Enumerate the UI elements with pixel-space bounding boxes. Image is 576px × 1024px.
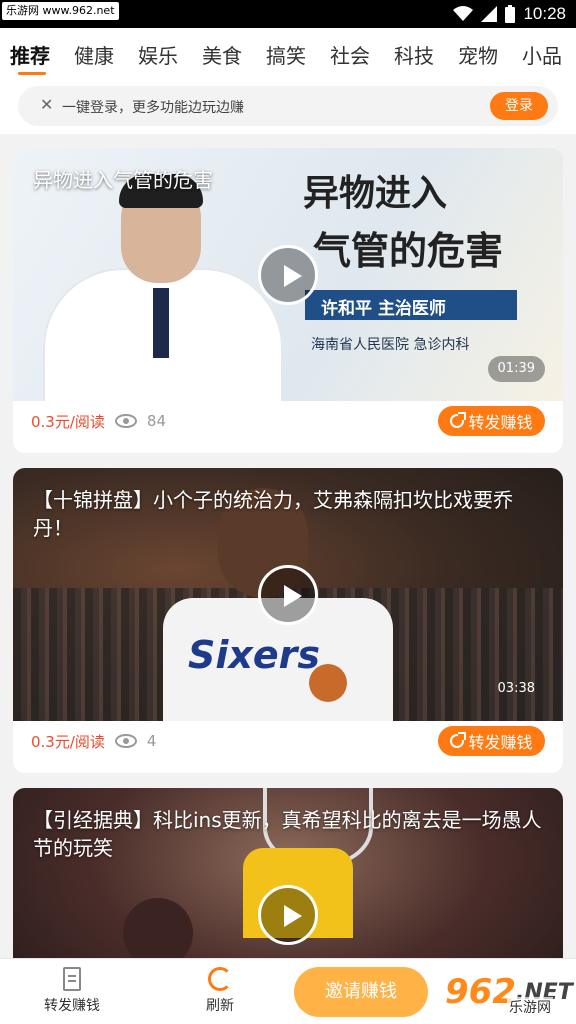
watermark-number: 962: [445, 972, 516, 1012]
login-button[interactable]: 登录: [490, 92, 548, 120]
thumbnail-headline-2: 气管的危害: [313, 229, 504, 273]
tab-society[interactable]: 社会: [330, 40, 370, 69]
doctor-nameplate: 许和平 主治医师: [305, 290, 517, 320]
play-icon[interactable]: [258, 565, 318, 625]
status-icons: 10:28: [453, 0, 566, 28]
basketball: [309, 664, 347, 702]
share-icon: [450, 732, 467, 748]
doctor-tie: [153, 288, 169, 358]
share-icon: [450, 412, 467, 428]
tab-recommend[interactable]: 推荐: [10, 40, 50, 69]
tab-food[interactable]: 美食: [202, 40, 242, 69]
video-title: 【十锦拼盘】小个子的统治力，艾弗森隔扣坎比戏要乔丹！: [33, 488, 513, 540]
card-meta: 0.3元/阅读 4: [31, 730, 156, 752]
category-tabs: 推荐 健康 娱乐 美食 搞笑 社会 科技 宠物 小品: [0, 28, 576, 78]
share-earn-button[interactable]: 转发赚钱: [438, 406, 545, 436]
close-icon[interactable]: ✕: [40, 95, 53, 114]
invite-earn-button[interactable]: 邀请赚钱: [294, 967, 428, 1017]
clock: 10:28: [523, 4, 566, 23]
card-meta: 0.3元/阅读 84: [31, 410, 166, 432]
nav-share-earn-label: 转发赚钱: [44, 998, 100, 1014]
nav-refresh-label: 刷新: [206, 998, 234, 1014]
login-prompt-text: 一键登录，更多功能边玩边赚: [62, 100, 244, 116]
tab-entertainment[interactable]: 娱乐: [138, 40, 178, 69]
eye-icon: [114, 414, 137, 428]
view-count: 4: [146, 732, 157, 750]
watermark-site: 乐游网: [507, 997, 553, 1017]
bottom-nav: 转发赚钱 刷新 邀请赚钱 962 .NET 乐游网: [0, 958, 576, 1024]
login-banner: ✕ 一键登录，更多功能边玩边赚 登录: [18, 86, 558, 126]
tab-tech[interactable]: 科技: [394, 40, 434, 69]
nav-refresh[interactable]: 刷新: [170, 967, 270, 1015]
tab-funny[interactable]: 搞笑: [266, 40, 306, 69]
active-tab-indicator: [18, 72, 46, 75]
battery-icon: [505, 5, 516, 23]
tab-health[interactable]: 健康: [74, 40, 114, 69]
play-icon[interactable]: [258, 885, 318, 945]
jersey-text: Sixers: [188, 633, 321, 677]
eye-icon: [114, 734, 137, 748]
signal-icon: [481, 6, 498, 22]
refresh-icon: [208, 967, 232, 991]
wifi-icon: [453, 6, 474, 21]
play-icon[interactable]: [258, 245, 318, 305]
site-watermark: 962 .NET 乐游网: [445, 967, 573, 1017]
share-earn-label: 转发赚钱: [468, 413, 533, 432]
video-card[interactable]: Sixers 【十锦拼盘】小个子的统治力，艾弗森隔扣坎比戏要乔丹！ 03:38 …: [13, 468, 563, 773]
status-bar: 乐游网 www.962.net 10:28: [0, 0, 576, 28]
doctor-name: 许和平 主治医师: [321, 299, 446, 319]
video-title: 异物进入气管的危害: [33, 168, 213, 192]
tab-sketch[interactable]: 小品: [522, 40, 562, 69]
nav-share-earn[interactable]: 转发赚钱: [22, 967, 122, 1015]
video-duration: 01:39: [487, 356, 545, 382]
document-icon: [63, 967, 81, 991]
price-per-read: 0.3元/阅读: [31, 732, 105, 751]
login-banner-area: ✕ 一键登录，更多功能边玩边赚 登录: [0, 78, 576, 134]
tab-pets[interactable]: 宠物: [458, 40, 498, 69]
hospital-name: 海南省人民医院 急诊内科: [311, 337, 470, 353]
price-per-read: 0.3元/阅读: [31, 412, 105, 431]
video-card[interactable]: 异物进入 气管的危害 许和平 主治医师 海南省人民医院 急诊内科 异物进入气管的…: [13, 148, 563, 453]
share-earn-label: 转发赚钱: [468, 733, 533, 752]
view-count: 84: [146, 412, 167, 430]
share-earn-button[interactable]: 转发赚钱: [438, 726, 545, 756]
video-duration: 03:38: [497, 681, 535, 696]
video-title: 【引经据典】科比ins更新，真希望科比的离去是一场愚人节的玩笑: [33, 808, 542, 860]
watermark-label: 乐游网 www.962.net: [2, 2, 119, 20]
